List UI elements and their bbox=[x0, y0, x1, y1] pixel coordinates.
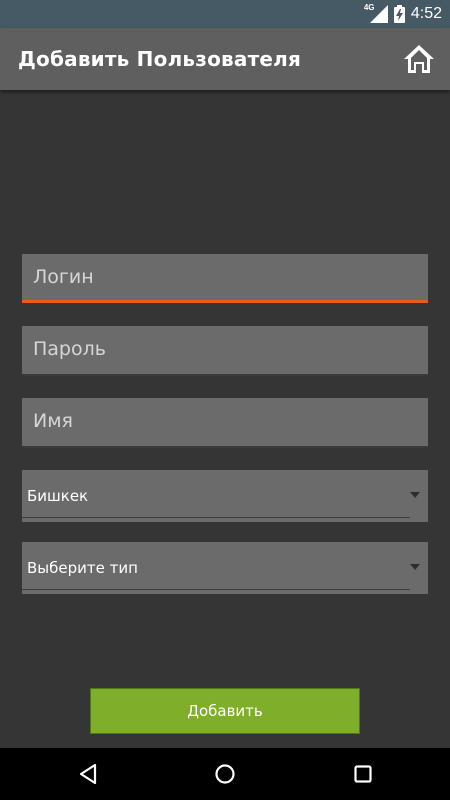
city-select-value: Бишкек bbox=[27, 487, 89, 505]
battery-charging-icon bbox=[393, 5, 405, 23]
page-title: Добавить Пользователя bbox=[18, 47, 302, 71]
nav-home-button[interactable] bbox=[212, 761, 238, 787]
name-input[interactable] bbox=[22, 398, 428, 444]
app-toolbar: Добавить Пользователя bbox=[0, 28, 450, 90]
password-input[interactable] bbox=[22, 326, 428, 372]
name-underline bbox=[22, 446, 428, 448]
login-underline bbox=[22, 300, 428, 303]
home-circle-icon bbox=[215, 764, 235, 784]
nav-back-button[interactable] bbox=[76, 761, 102, 787]
password-underline bbox=[22, 374, 428, 376]
status-icons: 4G 4:52 bbox=[364, 3, 442, 24]
type-select-value: Выберите тип bbox=[27, 559, 138, 577]
signal-icon: 4G bbox=[364, 3, 388, 23]
password-field[interactable] bbox=[22, 326, 428, 376]
city-select[interactable]: Бишкек bbox=[22, 470, 428, 522]
system-nav-bar bbox=[0, 748, 450, 800]
status-bar: 4G 4:52 bbox=[0, 0, 450, 28]
add-button[interactable]: Добавить bbox=[90, 688, 360, 734]
clock: 4:52 bbox=[410, 5, 442, 22]
login-input[interactable] bbox=[22, 254, 428, 300]
city-select-underline bbox=[22, 517, 410, 518]
nav-recents-button[interactable] bbox=[350, 761, 376, 787]
name-field[interactable] bbox=[22, 398, 428, 448]
dropdown-arrow-icon bbox=[410, 564, 420, 570]
type-select[interactable]: Выберите тип bbox=[22, 542, 428, 594]
home-icon bbox=[404, 45, 434, 73]
dropdown-arrow-icon bbox=[410, 492, 420, 498]
back-icon bbox=[79, 763, 97, 785]
type-select-underline bbox=[22, 589, 410, 590]
home-button[interactable] bbox=[402, 42, 436, 76]
recents-icon bbox=[354, 765, 372, 783]
login-field[interactable] bbox=[22, 254, 428, 303]
